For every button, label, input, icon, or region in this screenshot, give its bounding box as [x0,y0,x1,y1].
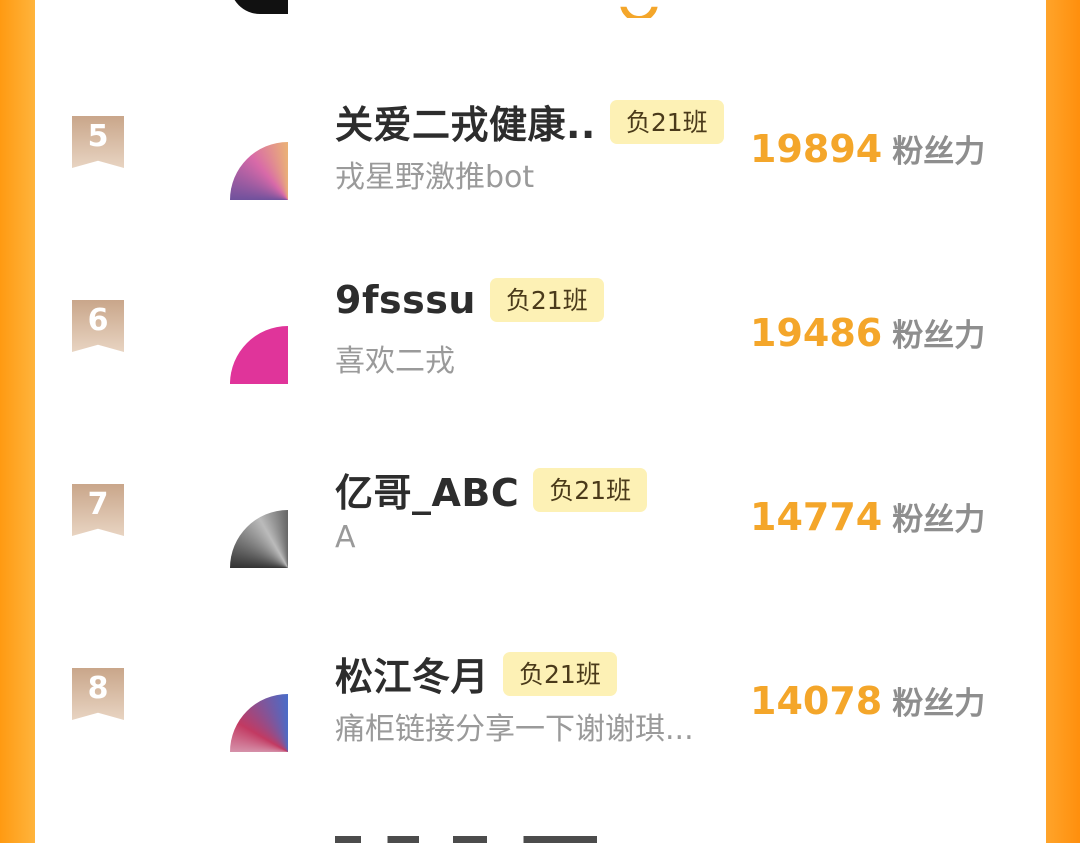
rank-badge: 7 [72,484,124,536]
list-item[interactable]: 6 9fsssu 负21班 喜欢二戎 19486 粉丝力 [35,270,1046,420]
user-description: A [335,520,356,555]
fan-power-label: 粉丝力 [892,318,986,354]
list-item[interactable]: 5 关爱二戎健康.. 负21班 戎星野激推bot 19894 粉丝力 [35,86,1046,236]
clipped-name [335,836,597,843]
fan-power-value: 14078 [750,679,883,723]
class-badge: 负21班 [503,651,617,696]
right-orange-border [1046,0,1080,843]
avatar[interactable] [230,326,288,384]
avatar[interactable] [230,142,288,200]
fan-ranking-list: 5 关爱二戎健康.. 负21班 戎星野激推bot 19894 粉丝力 6 9fss… [35,0,1046,843]
fan-power-value: 19894 [750,127,883,171]
avatar[interactable] [230,694,288,752]
user-description: 喜欢二戎 [335,344,455,379]
user-description: 戎星野激推bot [335,160,535,195]
user-name[interactable]: 松江冬月 [335,646,489,701]
fan-power-label: 粉丝力 [892,502,986,538]
user-description: 痛柜链接分享一下谢谢琪... [335,712,694,747]
rank-badge: 8 [72,668,124,720]
user-name[interactable]: 关爱二戎健康.. [335,94,596,149]
partial-row-above [35,0,1046,18]
user-name[interactable]: 亿哥_ABC [335,462,519,517]
clipped-icon [620,6,658,18]
rank-badge: 5 [72,116,124,168]
user-name[interactable]: 9fsssu [335,278,476,322]
avatar [230,0,288,14]
class-badge: 负21班 [609,99,724,144]
list-item[interactable]: 7 亿哥_ABC 负21班 A 14774 粉丝力 [35,454,1046,604]
fan-power-label: 粉丝力 [892,134,986,170]
class-badge: 负21班 [533,467,648,512]
fan-power-label: 粉丝力 [892,686,986,722]
list-item[interactable]: 8 松江冬月 负21班 痛柜链接分享一下谢谢琪... 14078 粉丝力 [35,638,1046,788]
fan-power-value: 14774 [750,495,883,539]
left-orange-border [0,0,35,843]
fan-power-value: 19486 [750,311,883,355]
class-badge: 负21班 [489,278,604,322]
avatar[interactable] [230,510,288,568]
partial-row-below [35,820,1046,843]
rank-badge: 6 [72,300,124,352]
